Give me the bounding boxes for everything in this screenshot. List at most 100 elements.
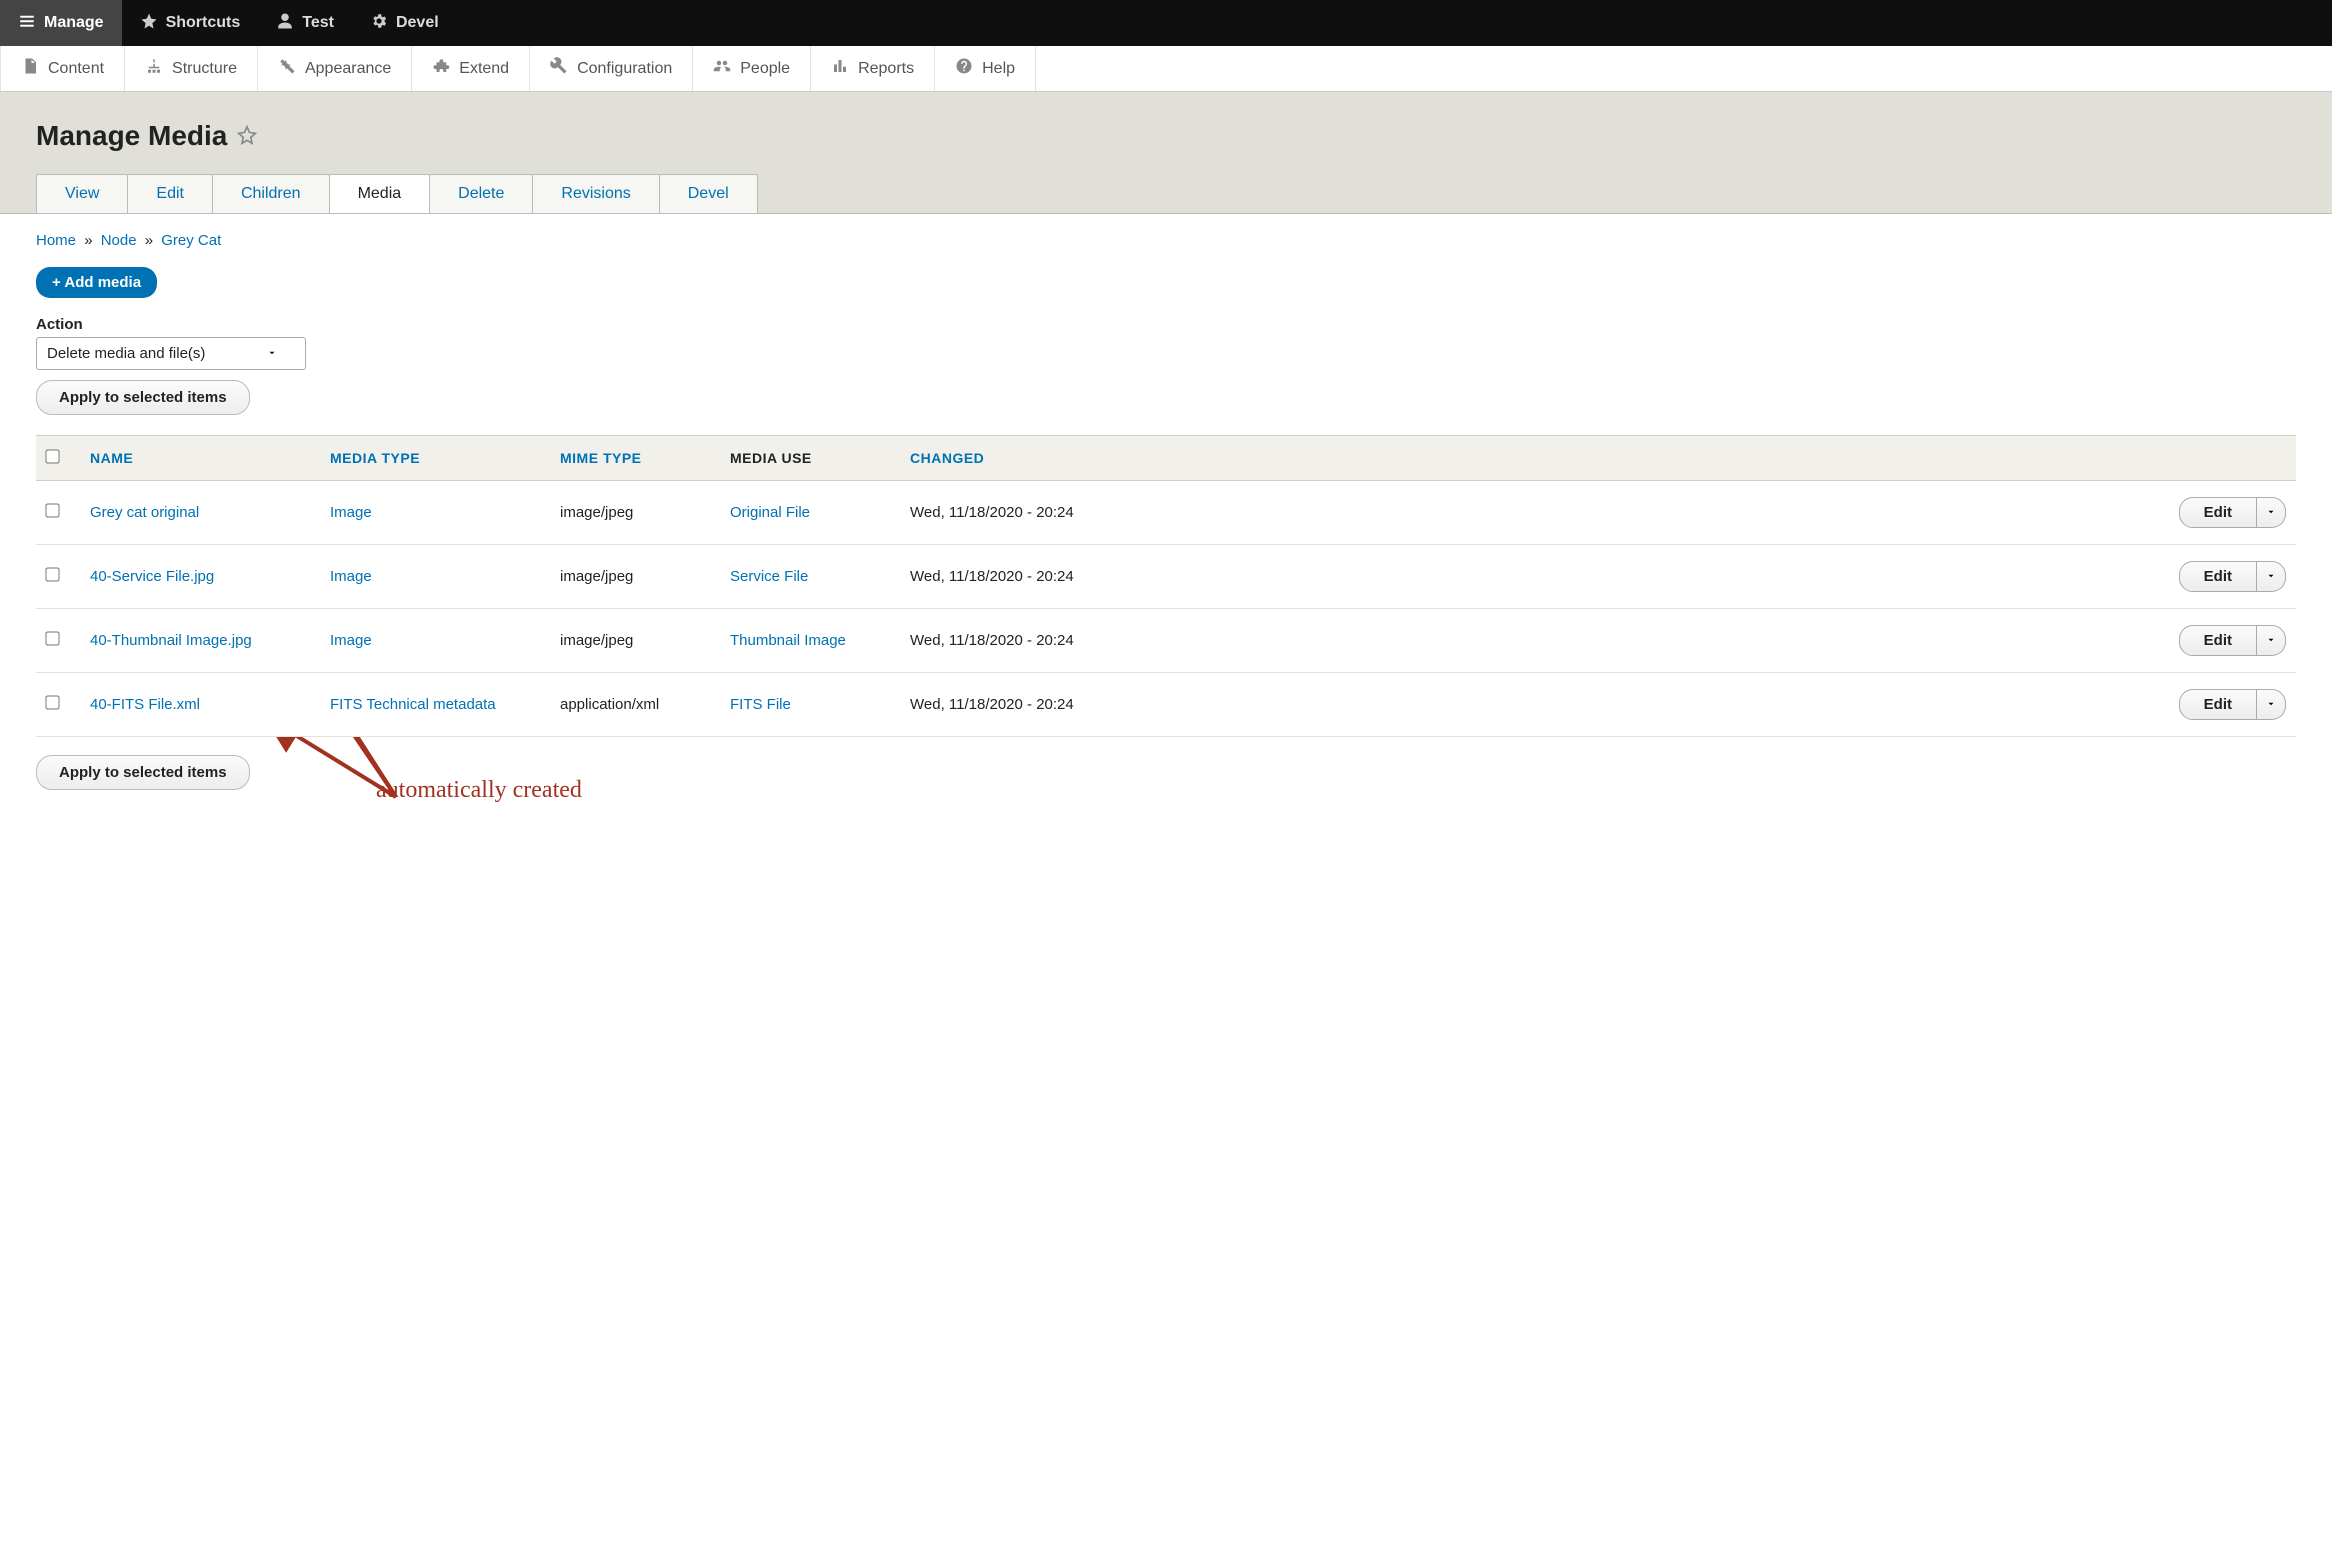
apply-button-bottom[interactable]: Apply to selected items (36, 755, 250, 790)
row-checkbox[interactable] (45, 695, 59, 709)
menu-icon (18, 12, 36, 35)
bars-icon (831, 57, 849, 80)
page-title: Manage Media (36, 120, 2296, 152)
puzzle-icon (432, 57, 450, 80)
menu-appearance[interactable]: Appearance (258, 46, 412, 91)
menu-content[interactable]: Content (0, 46, 125, 91)
media-use-link[interactable]: Service File (730, 568, 808, 585)
action-select-value: Delete media and file(s) (47, 345, 205, 362)
media-name-link[interactable]: Grey cat original (90, 504, 199, 521)
media-name-link[interactable]: 40-Thumbnail Image.jpg (90, 632, 252, 649)
breadcrumb: Home » Node » Grey Cat (36, 232, 2296, 249)
col-operations: OPERATIONS (1150, 436, 2296, 481)
menu-reports[interactable]: Reports (811, 46, 935, 91)
media-type-link[interactable]: Image (330, 568, 372, 585)
edit-dropdown[interactable] (2257, 625, 2286, 656)
row-checkbox[interactable] (45, 503, 59, 517)
top-toolbar: Manage Shortcuts Test Devel (0, 0, 2332, 46)
toolbar-shortcuts-label: Shortcuts (166, 14, 241, 32)
media-use-link[interactable]: FITS File (730, 696, 791, 713)
media-type-link[interactable]: Image (330, 504, 372, 521)
menu-help-label: Help (982, 60, 1015, 78)
media-changed: Wed, 11/18/2020 - 20:24 (900, 481, 1150, 545)
toolbar-shortcuts[interactable]: Shortcuts (122, 0, 259, 46)
media-type-link[interactable]: Image (330, 632, 372, 649)
tab-devel[interactable]: Devel (659, 174, 758, 213)
tab-view[interactable]: View (36, 174, 128, 213)
menu-reports-label: Reports (858, 60, 914, 78)
edit-button[interactable]: Edit (2179, 497, 2257, 528)
edit-button[interactable]: Edit (2179, 625, 2257, 656)
menu-structure-label: Structure (172, 60, 237, 78)
annotation-text: automatically created (376, 777, 582, 804)
menu-configuration-label: Configuration (577, 60, 672, 78)
toolbar-user[interactable]: Test (258, 0, 352, 46)
table-row: Grey cat originalImageimage/jpegOriginal… (36, 481, 2296, 545)
toolbar-manage[interactable]: Manage (0, 0, 122, 46)
breadcrumb-home[interactable]: Home (36, 232, 76, 249)
tab-media[interactable]: Media (329, 174, 431, 213)
page-header: Manage Media View Edit Children Media De… (0, 92, 2332, 214)
row-checkbox[interactable] (45, 631, 59, 645)
content-area: Home » Node » Grey Cat + Add media Actio… (0, 214, 2332, 808)
menu-content-label: Content (48, 60, 104, 78)
toolbar-user-label: Test (302, 14, 334, 32)
col-media-type[interactable]: MEDIA TYPE (320, 436, 550, 481)
col-mime-type[interactable]: MIME TYPE (550, 436, 720, 481)
action-select[interactable]: Delete media and file(s) (36, 337, 306, 370)
col-name[interactable]: NAME (80, 436, 320, 481)
row-checkbox[interactable] (45, 567, 59, 581)
tools-icon (278, 57, 296, 80)
star-outline-icon[interactable] (237, 120, 257, 152)
edit-button[interactable]: Edit (2179, 561, 2257, 592)
tab-delete[interactable]: Delete (429, 174, 533, 213)
tab-children[interactable]: Children (212, 174, 330, 213)
add-media-button[interactable]: + Add media (36, 267, 157, 298)
menu-structure[interactable]: Structure (125, 46, 258, 91)
menu-extend-label: Extend (459, 60, 509, 78)
media-name-link[interactable]: 40-Service File.jpg (90, 568, 214, 585)
media-changed: Wed, 11/18/2020 - 20:24 (900, 545, 1150, 609)
menu-help[interactable]: Help (935, 46, 1036, 91)
edit-button[interactable]: Edit (2179, 689, 2257, 720)
edit-dropdown[interactable] (2257, 561, 2286, 592)
media-name-link[interactable]: 40-FITS File.xml (90, 696, 200, 713)
tab-edit[interactable]: Edit (127, 174, 213, 213)
page-tabs: View Edit Children Media Delete Revision… (36, 174, 2296, 213)
table-row: 40-Service File.jpg Image image/jpeg Servic… (36, 545, 2296, 609)
media-changed: Wed, 11/18/2020 - 20:24 (900, 609, 1150, 673)
admin-menu: Content Structure Appearance Extend Conf… (0, 46, 2332, 92)
star-icon (140, 12, 158, 35)
edit-dropdown[interactable] (2257, 689, 2286, 720)
col-changed[interactable]: CHANGED (900, 436, 1150, 481)
tab-revisions[interactable]: Revisions (532, 174, 659, 213)
action-label: Action (36, 316, 2296, 333)
toolbar-devel-label: Devel (396, 14, 439, 32)
media-use-link[interactable]: Original File (730, 504, 810, 521)
media-changed: Wed, 11/18/2020 - 20:24 (900, 673, 1150, 737)
breadcrumb-node[interactable]: Node (101, 232, 137, 249)
people-icon (713, 57, 731, 80)
user-icon (276, 12, 294, 35)
toolbar-manage-label: Manage (44, 14, 104, 32)
media-mime: image/jpeg (550, 609, 720, 673)
sitemap-icon (145, 57, 163, 80)
menu-extend[interactable]: Extend (412, 46, 530, 91)
toolbar-devel[interactable]: Devel (352, 0, 457, 46)
media-mime: image/jpeg (550, 545, 720, 609)
menu-appearance-label: Appearance (305, 60, 391, 78)
wrench-icon (550, 57, 568, 80)
edit-dropdown[interactable] (2257, 497, 2286, 528)
menu-configuration[interactable]: Configuration (530, 46, 693, 91)
col-media-use: MEDIA USE (720, 436, 900, 481)
media-table: NAME MEDIA TYPE MIME TYPE MEDIA USE CHAN… (36, 435, 2296, 737)
media-mime: application/xml (550, 673, 720, 737)
breadcrumb-current[interactable]: Grey Cat (161, 232, 221, 249)
help-icon (955, 57, 973, 80)
gear-icon (370, 12, 388, 35)
menu-people[interactable]: People (693, 46, 811, 91)
media-use-link[interactable]: Thumbnail Image (730, 632, 846, 649)
select-all-checkbox[interactable] (45, 449, 59, 463)
media-type-link[interactable]: FITS Technical metadata (330, 696, 496, 713)
apply-button-top[interactable]: Apply to selected items (36, 380, 250, 415)
